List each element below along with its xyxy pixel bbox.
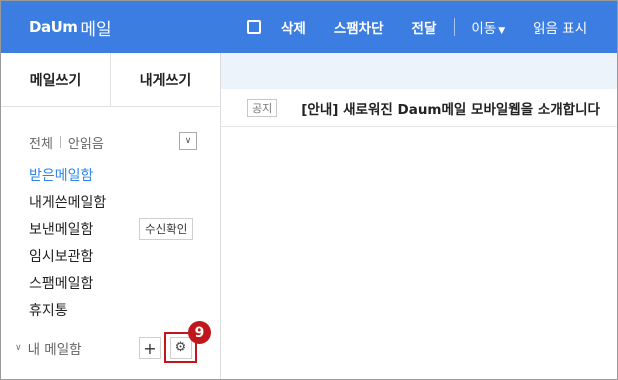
write-to-self-button[interactable]: 내게쓰기 [111, 53, 220, 106]
chevron-down-icon[interactable]: ∨ [179, 132, 197, 150]
chevron-down-icon: ▼ [498, 26, 506, 36]
folder-inbox[interactable]: 받은메일함 [29, 161, 209, 188]
add-mailbox-button[interactable]: + [139, 337, 161, 359]
logo-mark: DaUm [29, 18, 78, 36]
mail-subject[interactable]: [안내] 새로워진 Daum메일 모바일웹을 소개합니다 [301, 98, 600, 118]
toolbar-divider [454, 18, 456, 36]
spam-block-button[interactable]: 스팸차단 [334, 17, 384, 37]
notice-badge: 공지 [247, 98, 278, 117]
folder-drafts[interactable]: 임시보관함 [29, 242, 209, 269]
folder-sent-to-self[interactable]: 내게쓴메일함 [29, 188, 209, 215]
filter-unread[interactable]: 안읽음 [68, 133, 104, 152]
folder-trash[interactable]: 휴지통 [29, 296, 209, 323]
folder-spam[interactable]: 스팸메일함 [29, 269, 209, 296]
read-confirm-button[interactable]: 수신확인 [139, 218, 194, 240]
logo-text: 메일 [80, 19, 112, 40]
my-mailbox-row: ∨ 내 메일함 + ⚙ [15, 332, 215, 363]
mail-window: DaUm 메일 삭제 스팸차단 전달 이동 ▼ 읽음 표시 메일쓰기 내게쓰기 전… [0, 0, 618, 380]
write-mail-button[interactable]: 메일쓰기 [1, 53, 110, 106]
mail-filter: 전체 안읽음 ∨ [29, 132, 197, 152]
filter-all[interactable]: 전체 [29, 133, 53, 152]
move-dropdown[interactable]: 이동 ▼ [471, 17, 505, 37]
folder-sent-label: 보낸메일함 [29, 221, 94, 238]
mail-list-panel: 공지 [안내] 새로워진 Daum메일 모바일웹을 소개합니다 [221, 53, 617, 379]
top-bar: DaUm 메일 삭제 스팸차단 전달 이동 ▼ 읽음 표시 [1, 1, 617, 53]
my-mailbox-label[interactable]: 내 메일함 [28, 338, 82, 358]
write-buttons: 메일쓰기 내게쓰기 [1, 53, 220, 107]
read-display-dropdown[interactable]: 읽음 표시 [533, 17, 587, 37]
select-all-checkbox[interactable] [247, 20, 261, 34]
move-label: 이동 [471, 21, 497, 37]
mail-row[interactable]: 공지 [안내] 새로워진 Daum메일 모바일웹을 소개합니다 [221, 89, 617, 127]
delete-button[interactable]: 삭제 [281, 17, 306, 37]
folder-sent[interactable]: 보낸메일함 수신확인 [29, 215, 209, 242]
chevron-down-icon[interactable]: ∨ [15, 343, 22, 353]
daum-mail-logo[interactable]: DaUm 메일 [29, 14, 112, 40]
folder-list: 받은메일함 내게쓴메일함 보낸메일함 수신확인 임시보관함 스팸메일함 휴지통 [29, 161, 209, 323]
step-number-badge: 9 [188, 321, 211, 344]
filter-divider [59, 136, 61, 148]
forward-button[interactable]: 전달 [412, 17, 437, 37]
mail-toolbar: 삭제 스팸차단 전달 이동 ▼ 읽음 표시 [241, 1, 615, 53]
mail-list-header [221, 53, 617, 89]
gear-icon[interactable]: ⚙ [169, 336, 192, 359]
